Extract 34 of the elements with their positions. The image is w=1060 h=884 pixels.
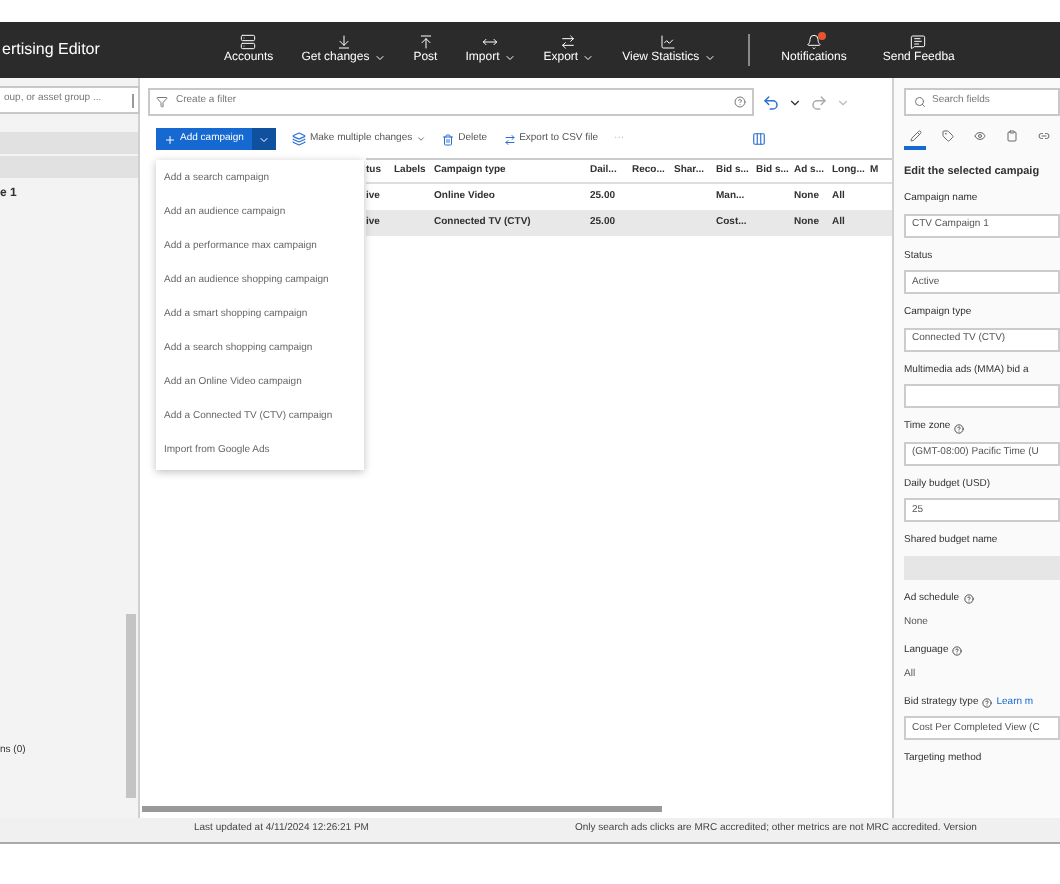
tab[interactable] <box>904 126 926 150</box>
help-icon <box>734 96 746 108</box>
upload-icon <box>417 33 434 49</box>
scrollbar[interactable] <box>126 614 136 798</box>
swap-arrows-icon <box>503 133 516 145</box>
pencil-icon <box>909 130 921 142</box>
columns-icon[interactable] <box>752 132 767 146</box>
filter-icon <box>156 96 168 108</box>
link-icon <box>1037 130 1049 142</box>
search-icon <box>914 96 926 108</box>
swap-arrows-icon <box>560 33 577 49</box>
caret-icon <box>257 133 270 145</box>
undo-icon[interactable] <box>762 93 780 111</box>
group-header <box>0 156 138 178</box>
download-icon <box>335 33 352 49</box>
redo-icon[interactable] <box>810 93 828 111</box>
clipboard-icon <box>1005 130 1017 142</box>
layers-icon <box>291 132 306 146</box>
horizontal-scrollbar[interactable] <box>142 806 662 812</box>
dropdown-button[interactable] <box>251 128 276 150</box>
tag-icon <box>941 130 953 142</box>
server-icon <box>240 33 257 49</box>
bell-icon <box>806 33 823 49</box>
group-header <box>0 132 138 154</box>
line-chart-icon <box>660 33 677 49</box>
caret-icon[interactable] <box>788 95 802 109</box>
input-field[interactable] <box>904 384 1060 409</box>
caret-icon <box>416 134 427 144</box>
eye-icon <box>973 130 985 142</box>
trash-icon <box>442 133 455 145</box>
app-title: ertising Editor <box>0 38 102 62</box>
chat-icon <box>910 33 927 49</box>
double-arrow-icon <box>482 33 499 49</box>
plus-icon <box>164 133 176 145</box>
